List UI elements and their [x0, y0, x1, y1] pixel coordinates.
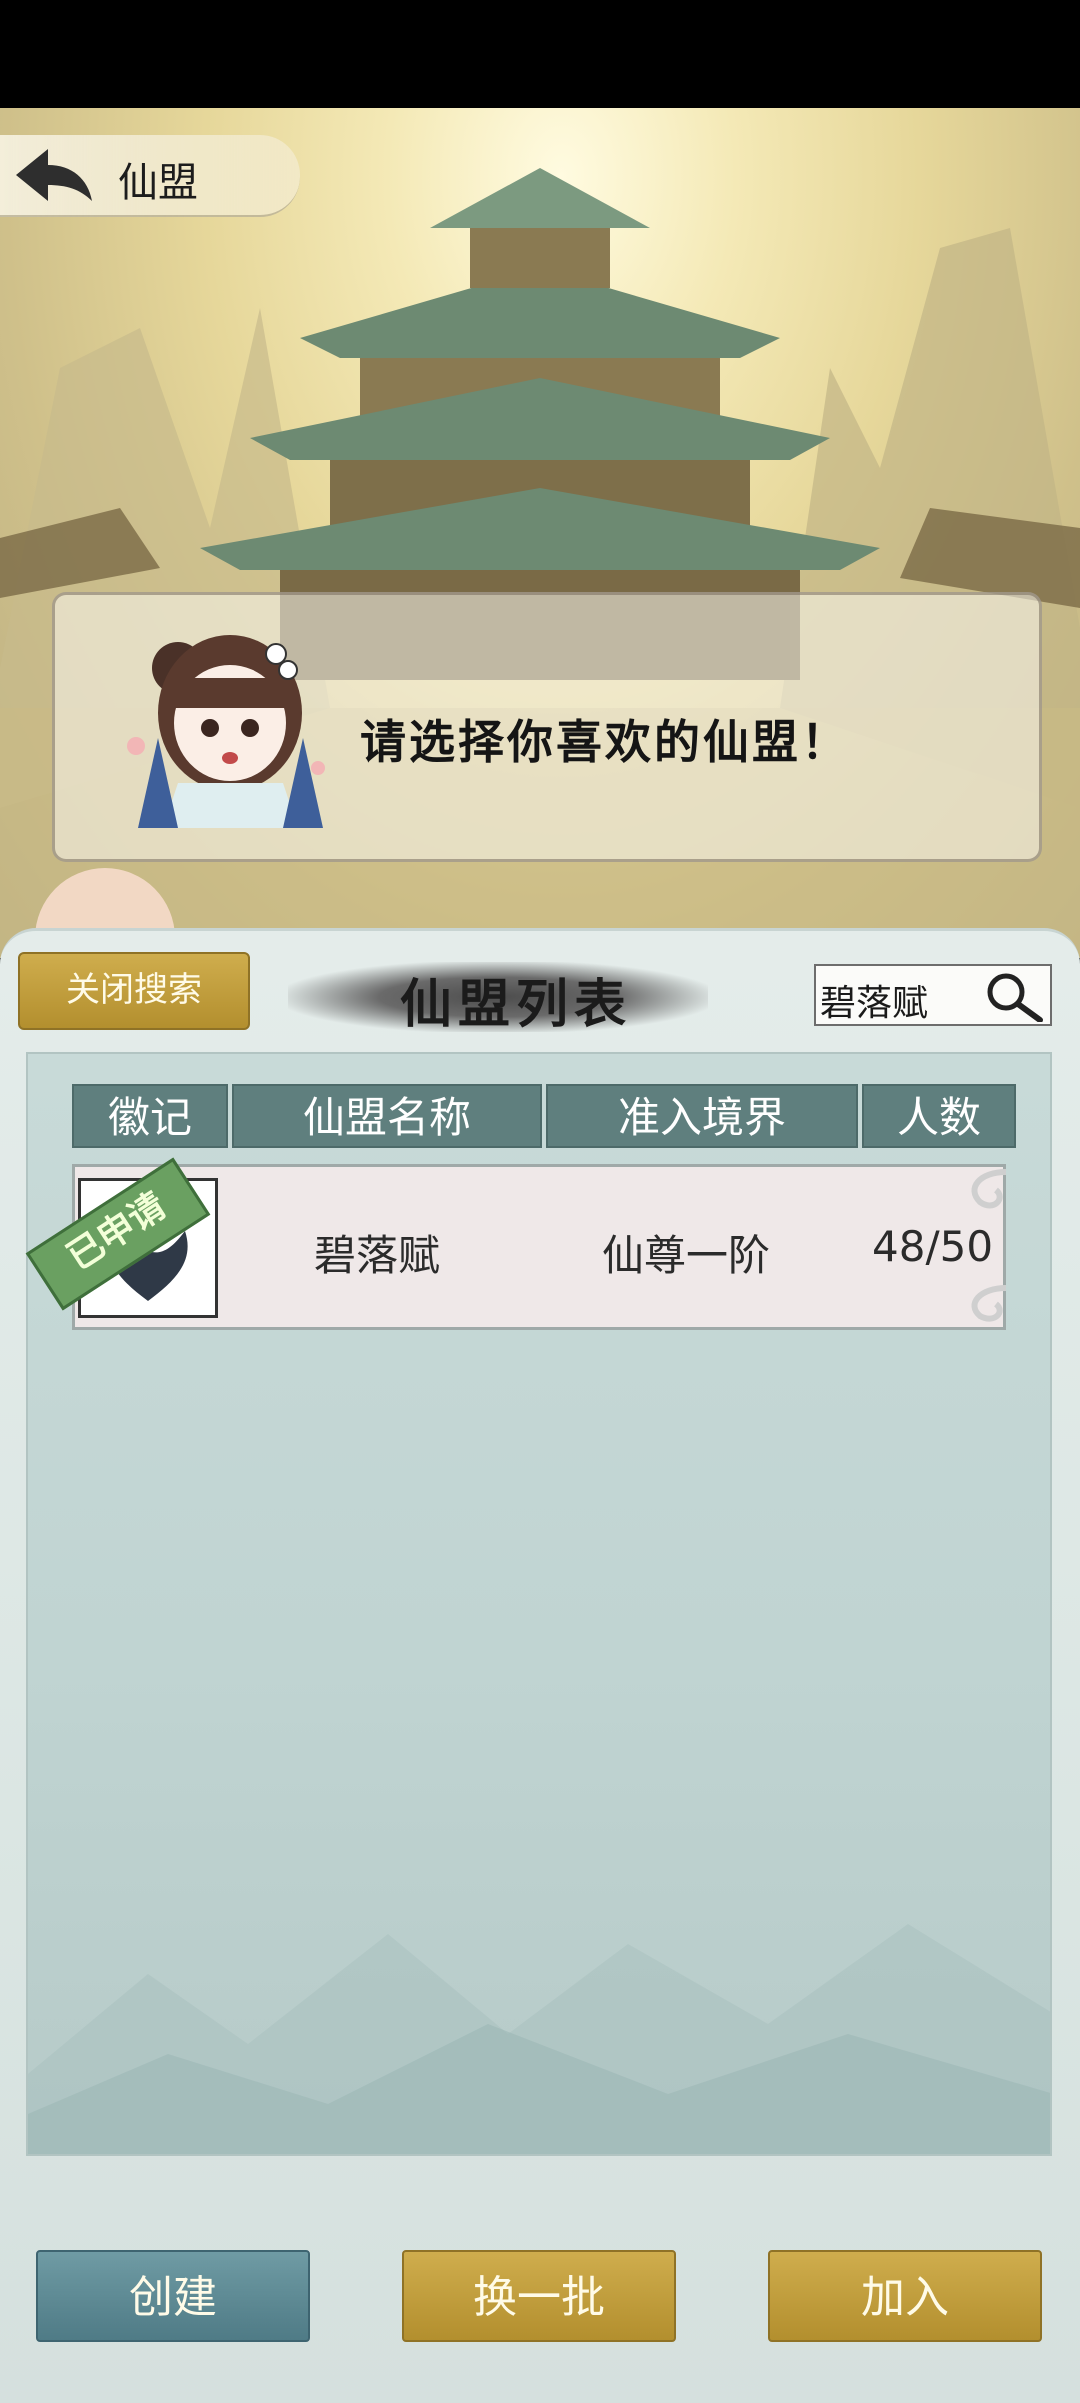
- close-search-button[interactable]: 关闭搜索: [18, 952, 250, 1030]
- mountain-decoration: [28, 1924, 1050, 2154]
- column-header-name: 仙盟名称: [232, 1084, 542, 1148]
- status-bar: [0, 0, 1080, 108]
- guild-name: 碧落赋: [314, 1231, 441, 1280]
- search-icon[interactable]: [982, 970, 1046, 1022]
- search-input[interactable]: 碧落赋: [814, 964, 1052, 1026]
- dialog-message: 请选择你喜欢的仙盟！: [360, 715, 850, 769]
- guide-character-avatar: [127, 635, 325, 828]
- refresh-button[interactable]: 换一批: [402, 2250, 676, 2342]
- column-header-emblem: 徽记: [72, 1084, 228, 1148]
- search-query: 碧落赋: [820, 983, 929, 1024]
- column-header-members: 人数: [862, 1084, 1016, 1148]
- page-title: 仙盟: [118, 160, 198, 206]
- join-button[interactable]: 加入: [768, 2250, 1042, 2342]
- create-button[interactable]: 创建: [36, 2250, 310, 2342]
- guild-realm: 仙尊一阶: [602, 1231, 771, 1280]
- cloud-ornament-icon: [971, 1169, 1006, 1322]
- column-header-realm: 准入境界: [546, 1084, 858, 1148]
- back-arrow-icon[interactable]: [12, 145, 94, 205]
- list-title: 仙盟列表: [400, 974, 633, 1035]
